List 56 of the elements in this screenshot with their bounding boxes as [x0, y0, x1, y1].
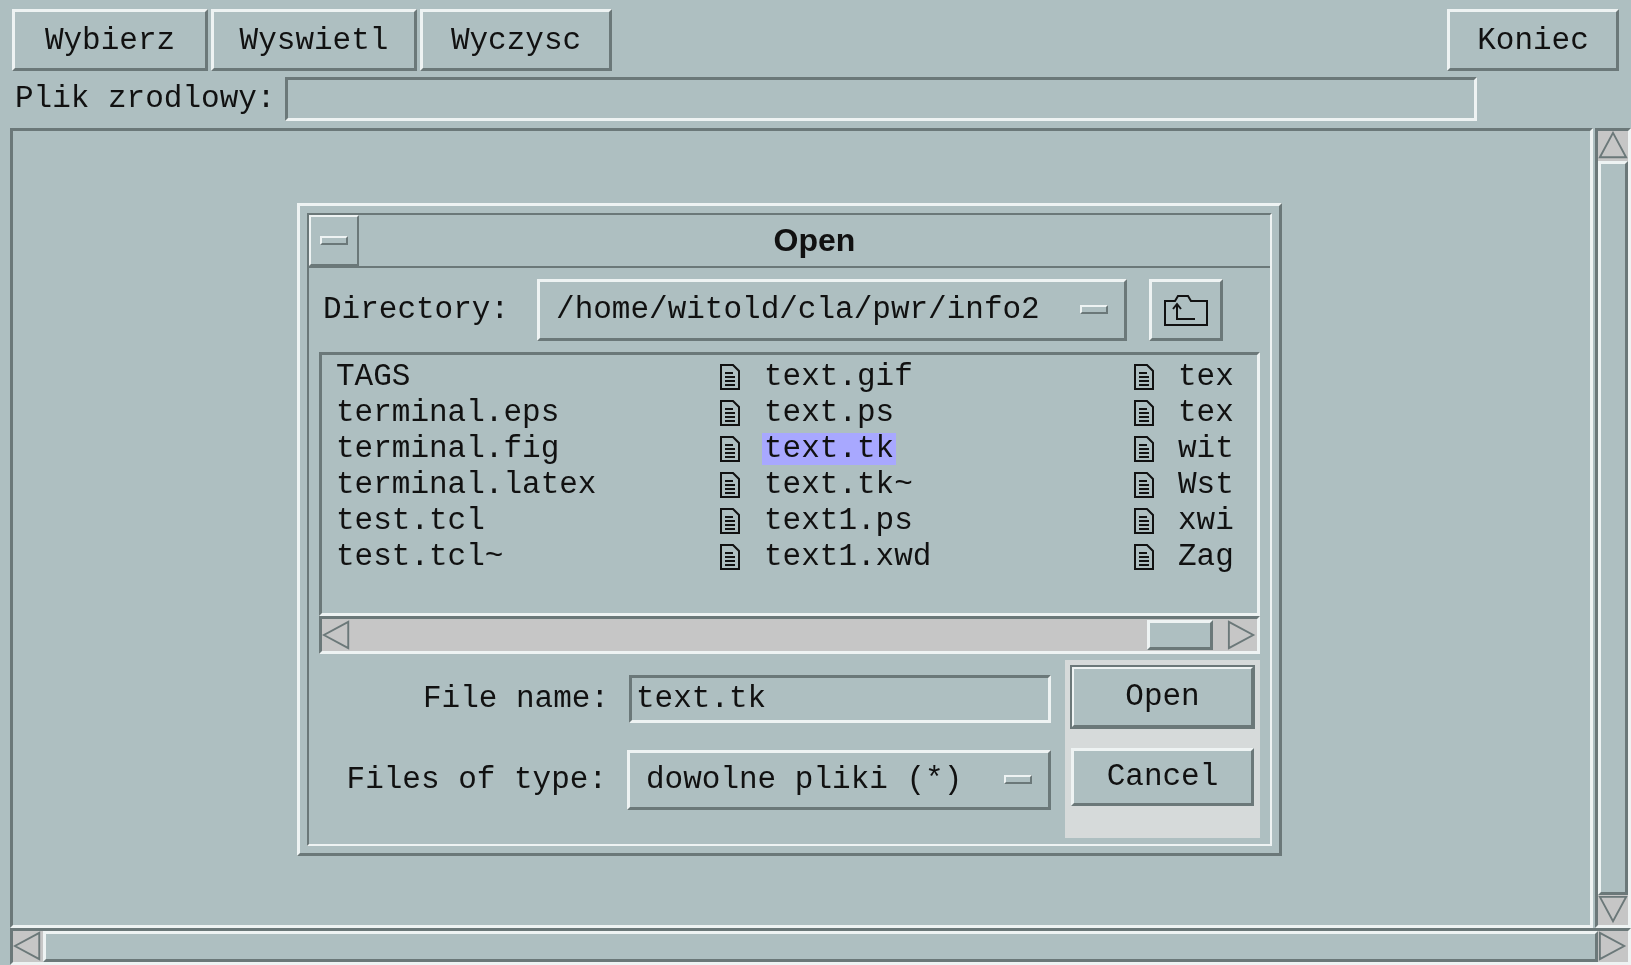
- document-icon: [720, 399, 740, 426]
- field-label: Plik zrodlowy:: [15, 81, 276, 117]
- folder-up-button[interactable]: [1149, 278, 1224, 341]
- document-icon: [720, 543, 740, 570]
- document-icon: [720, 363, 740, 390]
- document-icon: [1134, 471, 1154, 498]
- file-item[interactable]: TAGS: [334, 360, 413, 393]
- dialog-title: Open: [772, 220, 857, 260]
- file-item[interactable]: terminal.fig: [334, 432, 562, 465]
- field-label: File name:: [422, 681, 609, 717]
- field-label: Directory:: [323, 292, 510, 328]
- file-item[interactable]: terminal.latex: [334, 468, 599, 501]
- scroll-left-icon[interactable]: [322, 619, 352, 650]
- file-item[interactable]: xwi: [1176, 504, 1236, 537]
- horizontal-scrollbar[interactable]: [319, 615, 1260, 654]
- scroll-up-icon[interactable]: [1598, 130, 1628, 161]
- window-menu-button[interactable]: [309, 214, 359, 266]
- file-item[interactable]: text.tk~: [762, 468, 915, 501]
- scroll-down-icon[interactable]: [1598, 894, 1628, 925]
- directory-dropdown[interactable]: /home/witold/cla/pwr/info2: [537, 278, 1128, 341]
- document-icon: [1134, 507, 1154, 534]
- field-label: Files of type:: [346, 762, 607, 798]
- vertical-scrollbar[interactable]: [1595, 127, 1631, 928]
- document-icon: [1134, 435, 1154, 462]
- file-item[interactable]: text.gif: [762, 360, 915, 393]
- scroll-thumb[interactable]: [1147, 619, 1213, 650]
- file-item[interactable]: tex: [1176, 396, 1236, 429]
- file-type-dropdown[interactable]: dowolne pliki (*): [627, 749, 1051, 810]
- document-icon: [1134, 543, 1154, 570]
- folder-up-icon: [1163, 292, 1210, 327]
- file-item[interactable]: terminal.eps: [334, 396, 562, 429]
- toolbar-button[interactable]: Wyczysc: [420, 9, 612, 71]
- toolbar-button[interactable]: Wyswietl: [211, 9, 417, 71]
- scroll-right-icon[interactable]: [1227, 619, 1257, 650]
- file-item[interactable]: wit: [1176, 432, 1236, 465]
- file-item[interactable]: text.ps: [762, 396, 897, 429]
- document-icon: [1134, 399, 1154, 426]
- input-field[interactable]: [285, 76, 1478, 121]
- document-icon: [720, 435, 740, 462]
- file-item[interactable]: test.tcl~: [334, 540, 506, 573]
- document-icon: [720, 471, 740, 498]
- file-item[interactable]: text1.ps: [762, 504, 915, 537]
- toolbar-button[interactable]: Wybierz: [12, 9, 208, 71]
- document-icon: [1134, 363, 1154, 390]
- end-button[interactable]: Koniec: [1447, 9, 1619, 71]
- file-item[interactable]: Wst: [1176, 468, 1236, 501]
- file-item[interactable]: test.tcl: [334, 504, 487, 537]
- file-item[interactable]: text1.xwd: [762, 540, 934, 573]
- file-item[interactable]: text.tk: [762, 432, 897, 465]
- horizontal-scrollbar[interactable]: [10, 927, 1631, 965]
- input-field[interactable]: text.tk: [629, 674, 1051, 723]
- dialog-button[interactable]: Cancel: [1071, 747, 1254, 806]
- dialog-button[interactable]: Open: [1071, 665, 1254, 728]
- document-icon: [720, 507, 740, 534]
- file-item[interactable]: tex: [1176, 360, 1236, 393]
- file-item[interactable]: Zag: [1176, 540, 1236, 573]
